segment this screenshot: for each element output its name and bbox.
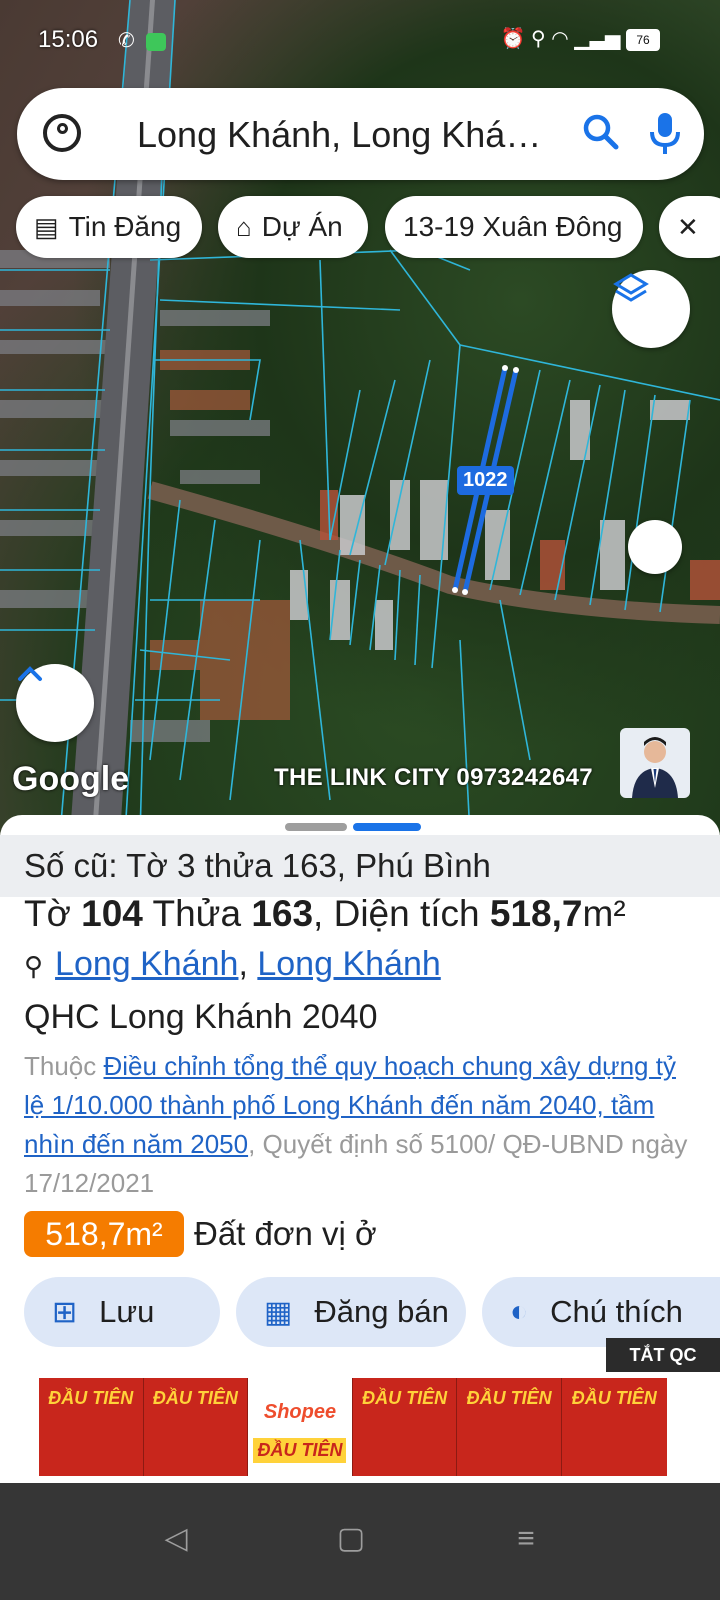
locate-button[interactable] xyxy=(628,520,682,574)
chip-label: 13-19 Xuân Đông xyxy=(403,211,623,242)
expand-up-button[interactable] xyxy=(16,664,94,742)
old-info-bar: Số cũ: Tờ 3 thửa 163, Phú Bình xyxy=(0,835,720,897)
title-area-unit: m² xyxy=(582,893,626,934)
chip-projects[interactable]: ⌂ Dự Án xyxy=(218,196,368,258)
status-bar: 15:06 ✆ ⏰ ⚲ ◠ ▁▃▅ 76 xyxy=(0,0,720,80)
title-area-word: , Diện tích xyxy=(313,893,490,934)
hide-ads-button[interactable]: TẮT QC xyxy=(606,1338,720,1372)
city-link[interactable]: Long Khánh xyxy=(257,945,440,983)
chip-listings[interactable]: ▤ Tin Đăng xyxy=(16,196,202,258)
title-sheet-word: Tờ xyxy=(24,893,82,934)
ad-tile: ĐẦU TIÊN xyxy=(457,1378,562,1476)
shopee-logo: Shopee ĐẦU TIÊN xyxy=(248,1378,353,1476)
filter-chips: ▤ Tin Đăng ⌂ Dự Án 13-19 Xuân Đông ✕ xyxy=(16,196,720,260)
chip-label: Dự Án xyxy=(261,211,343,242)
wifi-icon: ◠ xyxy=(551,28,569,50)
signal-icon: ▁▃▅ xyxy=(574,28,621,50)
message-icon xyxy=(146,32,167,51)
notification-icons: ✆ xyxy=(118,28,167,53)
sheet-handle-right[interactable] xyxy=(353,823,421,831)
title-area-value: 518,7 xyxy=(489,893,583,934)
ad-tile: ĐẦU TIÊN xyxy=(144,1378,249,1476)
ad-tile: ĐẦU TIÊN xyxy=(39,1378,144,1476)
layers-button[interactable] xyxy=(612,270,690,348)
add-file-icon: ⊞ xyxy=(52,1295,78,1329)
menu-icon[interactable]: ≡ xyxy=(506,1519,546,1559)
location-icon: ⚲ xyxy=(531,28,546,50)
tools-icon: ✕ xyxy=(677,211,699,242)
ad-banner[interactable]: ĐẦU TIÊN ĐẦU TIÊN Shopee ĐẦU TIÊN ĐẦU TI… xyxy=(39,1378,667,1476)
land-use-type: Đất đơn vị ở xyxy=(194,1215,377,1252)
legend-button[interactable]: ◐ Chú thích xyxy=(482,1277,720,1347)
area-badge: 518,7m² xyxy=(24,1211,184,1257)
save-label: Lưu xyxy=(99,1294,155,1329)
listing-icon: ▤ xyxy=(34,211,59,242)
parcel-title: Tờ 104 Thửa 163, Diện tích 518,7m² xyxy=(24,893,626,935)
agent-portrait xyxy=(632,737,678,798)
shopee-sub: ĐẦU TIÊN xyxy=(253,1438,347,1463)
legend-label: Chú thích xyxy=(550,1294,683,1329)
sheet-handle-left[interactable] xyxy=(285,823,347,831)
old-parcel-info: Số cũ: Tờ 3 thửa 163, Phú Bình xyxy=(24,847,491,884)
location-separator: , xyxy=(238,945,258,983)
system-nav-bar: ◁ ▢ ≡ xyxy=(0,1483,720,1600)
search-icon[interactable] xyxy=(579,110,623,154)
system-icons: ⏰ ⚲ ◠ ▁▃▅ 76 xyxy=(501,26,660,51)
home-icon[interactable]: ▢ xyxy=(331,1519,371,1559)
ad-tile: ĐẦU TIÊN xyxy=(353,1378,458,1476)
title-plot-number: 163 xyxy=(251,893,314,934)
pin-icon: ⚲ xyxy=(24,951,44,981)
location-row: ⚲ Long Khánh, Long Khánh xyxy=(24,945,441,984)
map-view[interactable]: 1022 15:06 ✆ ⏰ ⚲ ◠ ▁▃▅ 76 Long Khánh, Lo… xyxy=(0,0,720,835)
title-plot-word: Thửa xyxy=(142,893,252,934)
building-icon: ⌂ xyxy=(236,211,252,242)
layers-icon xyxy=(613,273,649,302)
plot-number-label[interactable]: 1022 xyxy=(457,466,514,495)
plan-description: Thuộc Điều chỉnh tổng thể quy hoạch chun… xyxy=(24,1047,696,1203)
plan-name: QHC Long Khánh 2040 xyxy=(24,998,378,1036)
ad-tile: ĐẦU TIÊN xyxy=(571,1388,657,1408)
agent-avatar[interactable] xyxy=(620,728,690,798)
call-icon: ✆ xyxy=(118,30,135,52)
save-button[interactable]: ⊞ Lưu xyxy=(24,1277,220,1347)
shopee-text: Shopee xyxy=(263,1401,337,1423)
contrast-icon: ◐ xyxy=(510,1295,529,1328)
status-time: 15:06 xyxy=(38,26,99,53)
google-logo: Google xyxy=(12,760,130,798)
battery-icon: 76 xyxy=(626,28,660,51)
title-sheet-number: 104 xyxy=(81,893,143,934)
search-bar[interactable]: Long Khánh, Long Khá… xyxy=(17,88,704,180)
agent-watermark: THE LINK CITY 0973242647 xyxy=(274,764,593,791)
back-icon[interactable]: ◁ xyxy=(156,1519,196,1559)
ward-link[interactable]: Long Khánh xyxy=(55,945,238,983)
account-icon[interactable] xyxy=(43,114,81,152)
plan-prefix: Thuộc xyxy=(24,1051,104,1081)
chip-address[interactable]: 13-19 Xuân Đông xyxy=(385,196,643,258)
post-sale-label: Đăng bán xyxy=(314,1294,449,1329)
search-input[interactable]: Long Khánh, Long Khá… xyxy=(137,114,541,156)
calendar-icon: ▦ xyxy=(264,1295,293,1329)
mic-icon[interactable] xyxy=(645,110,685,158)
chip-label: Tin Đăng xyxy=(68,211,182,242)
chevron-up-icon xyxy=(18,666,42,681)
post-sale-button[interactable]: ▦ Đăng bán xyxy=(236,1277,466,1347)
alarm-icon: ⏰ xyxy=(500,28,526,50)
chip-tools[interactable]: ✕ xyxy=(659,196,720,258)
